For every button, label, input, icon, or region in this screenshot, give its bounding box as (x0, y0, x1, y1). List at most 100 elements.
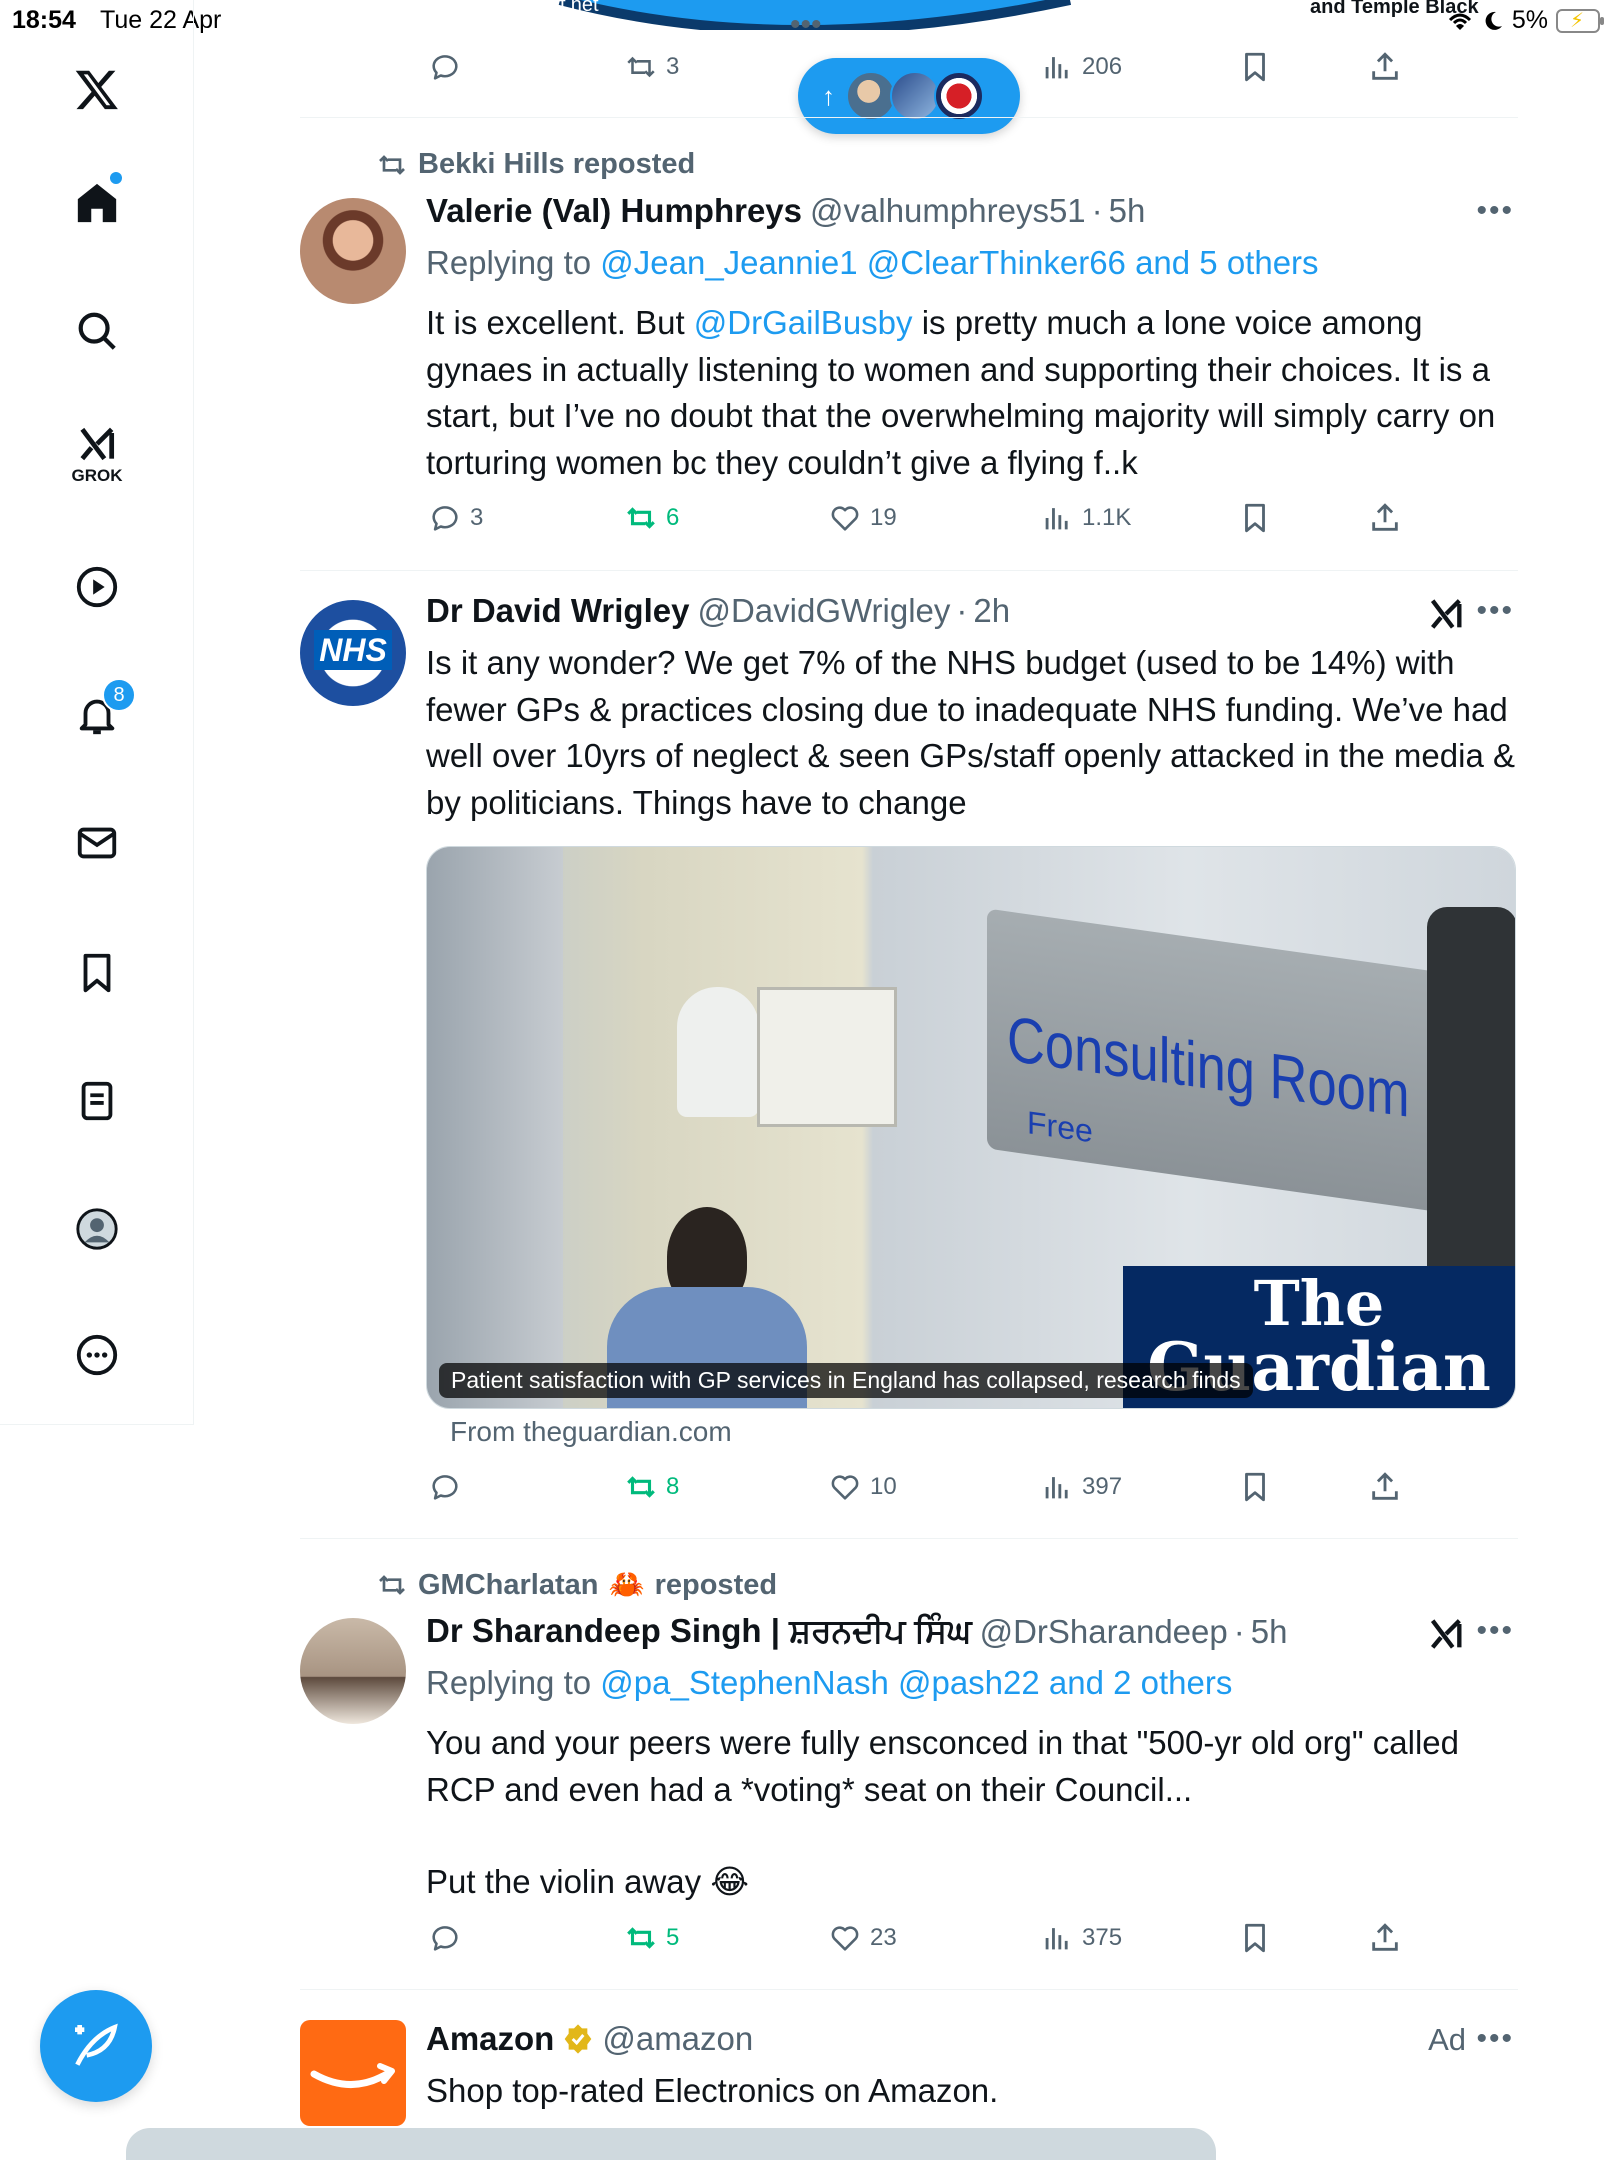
grok-icon[interactable]: GROK (62, 418, 132, 488)
media-dots-icon: ••• (790, 8, 822, 41)
reply-button[interactable] (428, 1921, 462, 1955)
author-name[interactable]: Dr Sharandeep Singh | ਸ਼ਰਨਦੀਪ ਸਿੰਘ (426, 1612, 972, 1651)
more-icon[interactable] (62, 1320, 132, 1390)
mail-icon[interactable] (62, 808, 132, 878)
list-icon[interactable] (62, 1066, 132, 1136)
reply-icon (432, 506, 458, 531)
bookmark-icon[interactable] (62, 938, 132, 1008)
tweet-header: Dr Sharandeep Singh | ਸ਼ਰਨਦੀਪ ਸਿੰਘ @DrSh… (426, 1612, 1287, 1651)
replying-to-mentions[interactable]: @pa_StephenNash @pash22 and 2 others (600, 1664, 1232, 1701)
bookmark-button[interactable] (1238, 50, 1272, 84)
door-frame (427, 847, 563, 1408)
heart-icon (831, 506, 859, 531)
tweet-text: It is excellent. But @DrGailBusby is pre… (426, 304, 1496, 481)
bookmark-button[interactable] (1238, 1921, 1272, 1955)
reply-button[interactable]: 3 (428, 501, 483, 535)
ad-media[interactable] (126, 2128, 1216, 2160)
retweet-count: 6 (666, 504, 680, 531)
more-options-icon[interactable]: ••• (1476, 594, 1514, 628)
new-posts-pill[interactable]: ↑ (798, 58, 1020, 134)
profile-icon[interactable] (62, 1194, 132, 1264)
views-button[interactable]: 375 (1040, 1921, 1122, 1955)
replying-to-mentions[interactable]: @Jean_Jeannie1 @ClearThinker66 and 5 oth… (600, 244, 1318, 281)
tweet-text: You and your peers were fully ensconced … (426, 1720, 1516, 1906)
like-button[interactable]: 10 (828, 1470, 897, 1504)
play-icon[interactable] (62, 552, 132, 622)
share-button[interactable] (1368, 1470, 1402, 1504)
avatar (934, 71, 984, 121)
mention-link[interactable]: @DrGailBusby (694, 304, 913, 341)
separator: · (956, 592, 968, 629)
bell-icon[interactable]: 8 (62, 678, 136, 750)
avatar[interactable] (300, 1618, 406, 1724)
author-handle[interactable]: @DrSharandeep (980, 1613, 1228, 1651)
avatar[interactable] (300, 198, 406, 304)
views-button[interactable]: 397 (1040, 1470, 1122, 1504)
author-handle[interactable]: @amazon (602, 2020, 753, 2058)
verified-badge-icon (565, 2024, 592, 2054)
like-button[interactable]: 23 (828, 1921, 897, 1955)
tweet-actions: 5 23 375 (428, 1921, 1418, 1961)
retweet-button[interactable]: 8 (624, 1470, 679, 1504)
author-name[interactable]: Amazon (426, 2020, 554, 2058)
tweet-time[interactable]: 5h (1109, 192, 1146, 230)
author-handle[interactable]: @valhumphreys51 (810, 192, 1086, 230)
share-button[interactable] (1368, 501, 1402, 535)
nhs-logo: NHS (314, 630, 392, 670)
bookmark-icon (1245, 1472, 1265, 1502)
compose-button[interactable] (40, 1990, 152, 2102)
home-icon[interactable] (62, 168, 132, 238)
reply-icon (432, 55, 458, 80)
retweet-icon (627, 507, 655, 529)
separator: · (1233, 1612, 1245, 1650)
tweet-text: Shop top-rated Electronics on Amazon. (426, 2072, 999, 2109)
views-button[interactable]: 206 (1040, 50, 1122, 84)
like-count: 19 (870, 504, 897, 531)
card-caption: Patient satisfaction with GP services in… (439, 1363, 1253, 1398)
search-icon[interactable] (62, 296, 132, 366)
author-name[interactable]: Dr David Wrigley (426, 592, 689, 630)
link-card[interactable]: Consulting Room 1 Free The Guardian Pati… (426, 846, 1516, 1409)
tweet-time[interactable]: 2h (973, 592, 1010, 630)
sign-end-cap (1427, 907, 1515, 1287)
views-icon (1045, 1928, 1068, 1950)
retweet-icon (379, 154, 405, 175)
author-name[interactable]: Valerie (Val) Humphreys (426, 192, 802, 230)
retweet-button[interactable]: 5 (624, 1921, 679, 1955)
tweet-time[interactable]: 5h (1251, 1613, 1288, 1651)
bookmark-button[interactable] (1238, 1470, 1272, 1504)
retweet-button[interactable]: 3 (624, 50, 679, 84)
social-context-name: GMCharlatan (418, 1568, 599, 1601)
share-icon (1372, 52, 1398, 80)
reply-button[interactable] (428, 50, 462, 84)
grok-icon[interactable] (1426, 594, 1466, 634)
share-button[interactable] (1368, 1921, 1402, 1955)
more-options-icon[interactable]: ••• (1476, 1614, 1514, 1648)
home-unread-dot (110, 172, 122, 184)
retweet-count: 3 (666, 53, 680, 80)
paper-dispenser (677, 987, 759, 1117)
retweet-button[interactable]: 6 (624, 501, 679, 535)
divider (300, 570, 1518, 571)
more-options-icon[interactable]: ••• (1476, 194, 1514, 228)
reply-button[interactable] (428, 1470, 462, 1504)
more-options-icon[interactable]: ••• (1476, 2022, 1514, 2056)
avatar[interactable]: NHS (300, 600, 406, 706)
x-logo-icon[interactable] (62, 54, 132, 124)
amazon-logo[interactable] (300, 2020, 406, 2126)
share-button[interactable] (1368, 50, 1402, 84)
author-handle[interactable]: @DavidGWrigley (697, 592, 950, 630)
social-context-suffix: reposted (654, 1568, 778, 1601)
heart-icon (831, 1475, 859, 1500)
card-source[interactable]: From theguardian.com (450, 1416, 732, 1448)
battery-percent: 5% (1511, 6, 1548, 34)
like-button[interactable]: 19 (828, 501, 897, 535)
reply-count: 3 (470, 504, 484, 531)
bookmark-icon (1245, 503, 1265, 533)
grok-icon[interactable] (1426, 1614, 1466, 1654)
previous-post-url: www.fabrinstuff.net (430, 0, 599, 16)
bookmark-button[interactable] (1238, 501, 1272, 535)
retweet-icon (627, 1927, 655, 1949)
divider (300, 117, 1518, 118)
views-button[interactable]: 1.1K (1040, 501, 1131, 535)
